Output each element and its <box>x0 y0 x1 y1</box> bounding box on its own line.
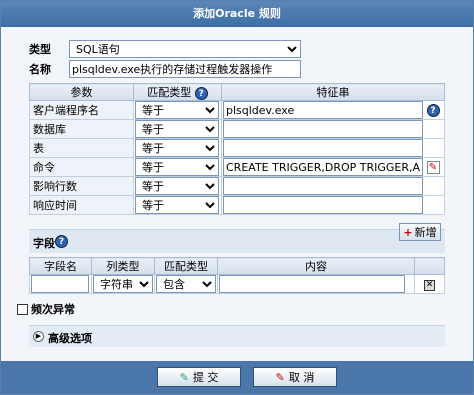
fields-header-coltype: 列类型 <box>91 257 155 275</box>
field-name-input[interactable] <box>31 275 89 293</box>
param-match-select[interactable]: 等于 <box>135 177 219 195</box>
param-value-input[interactable] <box>223 177 423 195</box>
param-name: 响应时间 <box>29 195 134 215</box>
help-icon[interactable]: ? <box>426 104 440 117</box>
type-select[interactable]: SQL语句 <box>69 40 301 58</box>
param-value-input[interactable] <box>223 101 423 119</box>
param-name: 命令 <box>29 157 134 177</box>
fields-section-header: 字段 ? <box>29 229 445 253</box>
field-content-input[interactable] <box>219 275 405 293</box>
fields-header-content: 内容 <box>217 257 415 275</box>
param-row-table: 表 等于 <box>29 138 445 158</box>
fields-header-match: 匹配类型 <box>154 257 218 275</box>
param-value-input[interactable] <box>223 139 423 157</box>
fields-header-name: 字段名 <box>29 257 92 275</box>
advanced-section[interactable]: ▶ 高级选项 <box>29 325 445 347</box>
param-name: 数据库 <box>29 119 134 139</box>
type-row: 类型 SQL语句 <box>29 40 301 58</box>
delete-icon[interactable]: ✕ <box>424 280 435 291</box>
fields-label: 字段 <box>33 237 55 250</box>
expand-arrow-icon: ▶ <box>33 331 44 342</box>
help-icon[interactable]: ? <box>55 235 68 248</box>
param-match-select[interactable]: 等于 <box>135 196 219 214</box>
param-row-affected-rows: 影响行数 等于 <box>29 176 445 196</box>
param-match-select[interactable]: 等于 <box>135 139 219 157</box>
param-row-command: 命令 等于 ✎ <box>29 157 445 177</box>
params-header-match: 匹配类型 ? <box>133 83 222 101</box>
name-label: 名称 <box>29 63 51 76</box>
param-value-input[interactable] <box>223 120 423 138</box>
frequent-row: 频次异常 <box>17 301 75 317</box>
fields-table: 字段名 列类型 匹配类型 内容 字符串 包含 ✕ <box>29 257 445 294</box>
param-row-response-time: 响应时间 等于 <box>29 195 445 215</box>
param-match-select[interactable]: 等于 <box>135 158 219 176</box>
submit-button[interactable]: ✎ 提 交 <box>157 367 241 387</box>
frequent-label: 频次异常 <box>31 303 75 316</box>
field-coltype-select[interactable]: 字符串 <box>93 275 153 293</box>
type-label: 类型 <box>29 43 51 56</box>
cancel-icon: ✎ <box>275 370 285 384</box>
param-name: 表 <box>29 138 134 158</box>
dialog-title: 添加Oracle 规则 <box>1 1 473 27</box>
param-row-client: 客户端程序名 等于 ? <box>29 100 445 120</box>
param-match-select[interactable]: 等于 <box>135 120 219 138</box>
name-row: 名称 <box>29 60 301 78</box>
params-header-value: 特征串 <box>221 83 445 101</box>
cancel-button[interactable]: ✎ 取 消 <box>253 367 337 387</box>
param-name: 客户端程序名 <box>29 100 134 120</box>
frequent-checkbox[interactable] <box>17 303 28 315</box>
param-row-database: 数据库 等于 <box>29 119 445 139</box>
param-match-select[interactable]: 等于 <box>135 101 219 119</box>
add-icon: + <box>403 225 413 239</box>
add-field-button[interactable]: + 新增 <box>399 223 441 241</box>
footer-bar: ✎ 提 交 ✎ 取 消 <box>1 361 473 394</box>
param-value-input[interactable] <box>223 158 423 176</box>
params-header-row: 参数 匹配类型 ? 特征串 <box>29 83 445 101</box>
name-input[interactable] <box>69 60 301 78</box>
submit-icon: ✎ <box>179 370 189 384</box>
fields-row: 字符串 包含 ✕ <box>29 274 445 294</box>
params-table: 参数 匹配类型 ? 特征串 客户端程序名 等于 ? 数据库 等于 表 等于 命令… <box>29 83 445 215</box>
param-value-input[interactable] <box>223 196 423 214</box>
advanced-label: 高级选项 <box>48 332 92 345</box>
params-header-param: 参数 <box>29 83 134 101</box>
fields-header-row: 字段名 列类型 匹配类型 内容 <box>29 257 445 275</box>
dialog-window: 添加Oracle 规则 类型 SQL语句 名称 参数 匹配类型 ? 特征串 客户… <box>0 0 474 395</box>
param-name: 影响行数 <box>29 176 134 196</box>
help-icon[interactable]: ? <box>194 86 208 100</box>
edit-icon[interactable]: ✎ <box>426 161 440 174</box>
field-match-select[interactable]: 包含 <box>156 275 216 293</box>
